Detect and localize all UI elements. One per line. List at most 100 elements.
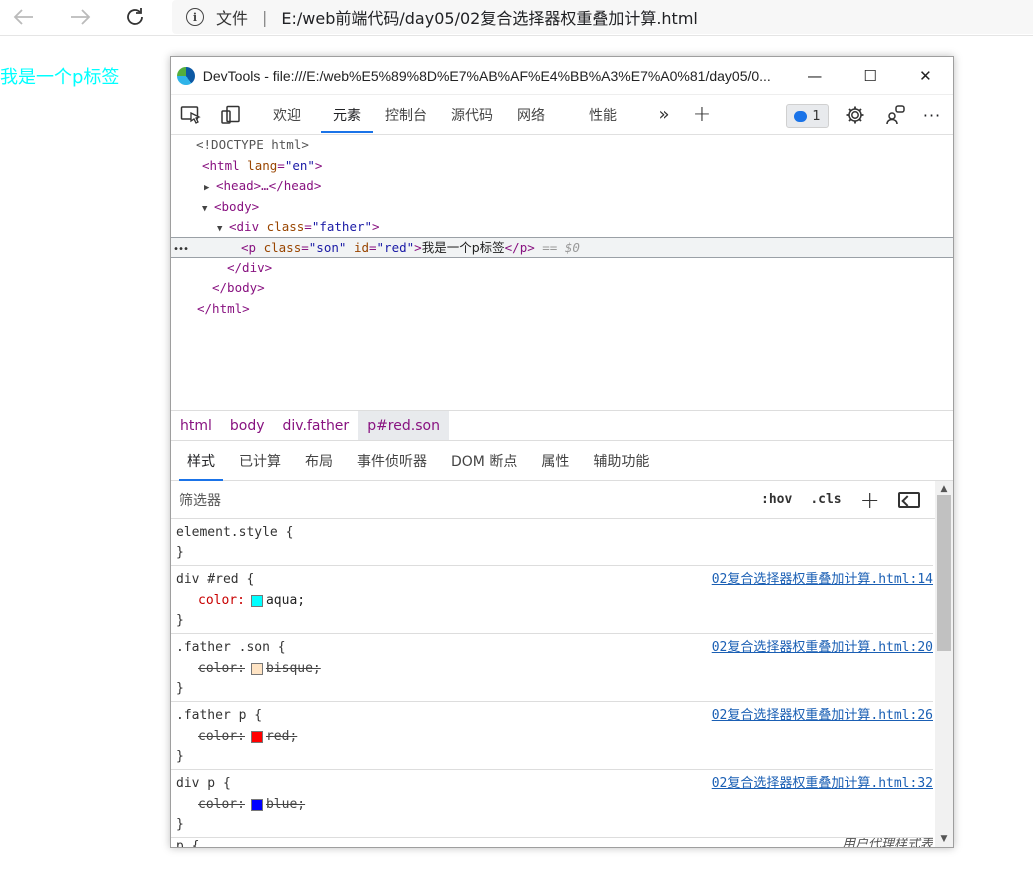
div-close-tag: </div> — [227, 260, 273, 275]
arrow-left-icon — [13, 9, 33, 25]
doctype-text: <!DOCTYPE html> — [196, 137, 309, 152]
subtab-properties[interactable]: 属性 — [529, 441, 581, 481]
collapse-triangle-icon[interactable]: ▼ — [217, 219, 229, 239]
devtools-window: DevTools - file:///E:/web%E5%89%8D%E7%AB… — [170, 56, 954, 848]
scroll-down-icon[interactable]: ▼ — [935, 831, 953, 847]
html-open-tag: <html — [202, 158, 240, 173]
maximize-icon: ☐ — [863, 66, 877, 85]
class-toggle-button[interactable]: .cls — [810, 492, 841, 507]
info-icon[interactable]: i — [186, 8, 204, 26]
dom-node-div-close[interactable]: </div> — [171, 258, 953, 278]
rule-close-brace: } — [176, 545, 184, 560]
devtools-title: DevTools - file:///E:/web%E5%89%8D%E7%AB… — [202, 67, 771, 84]
subtab-layout[interactable]: 布局 — [293, 441, 345, 481]
color-swatch[interactable] — [250, 798, 263, 811]
node-actions-ellipsis[interactable]: ••• — [171, 240, 241, 260]
html-attr-name: lang — [247, 158, 278, 173]
tab-network[interactable]: 网络 — [505, 95, 557, 135]
file-label: 文件 — [216, 9, 249, 28]
style-rules-list: element.style { } div #red { 02复合选择器权重叠加… — [171, 519, 933, 848]
rule-source-link[interactable]: 02复合选择器权重叠加计算.html:20 — [712, 638, 933, 658]
expand-triangle-icon[interactable]: ▶ — [204, 178, 216, 198]
style-declaration-overridden[interactable]: color: blue; — [176, 794, 933, 815]
close-icon: ✕ — [919, 66, 932, 85]
forward-button[interactable] — [66, 4, 94, 30]
tab-console[interactable]: 控制台 — [373, 95, 439, 135]
maximize-button[interactable]: ☐ — [842, 57, 897, 95]
more-tabs-button[interactable]: » — [649, 104, 679, 125]
page-paragraph: 我是一个p标签 — [0, 67, 120, 88]
dom-node-head[interactable]: ▶ <head>…</head> — [171, 176, 953, 196]
refresh-button[interactable] — [121, 4, 149, 30]
style-declaration[interactable]: color: aqua; — [176, 590, 933, 611]
minimize-button[interactable]: — — [787, 57, 842, 95]
property-value: bisque; — [265, 661, 321, 676]
breadcrumb-body[interactable]: body — [221, 411, 274, 440]
rule-selector: p { — [176, 839, 200, 848]
subtab-event-listeners[interactable]: 事件侦听器 — [345, 441, 439, 481]
breadcrumb-div-father[interactable]: div.father — [274, 411, 359, 440]
tab-performance[interactable]: 性能 — [577, 95, 629, 135]
close-button[interactable]: ✕ — [898, 57, 953, 95]
add-tab-button[interactable]: + — [687, 102, 717, 127]
style-rule-father-son[interactable]: .father .son { 02复合选择器权重叠加计算.html:20 col… — [171, 634, 933, 702]
dom-node-body[interactable]: ▼ <body> — [171, 197, 953, 217]
subtab-styles[interactable]: 样式 — [175, 441, 227, 481]
rule-source-link[interactable]: 02复合选择器权重叠加计算.html:14 — [712, 570, 933, 590]
rule-source-link[interactable]: 02复合选择器权重叠加计算.html:32 — [712, 774, 933, 794]
dom-node-p-selected[interactable]: ••• <p class="son" id="red">我是一个p标签</p> =… — [171, 237, 953, 258]
breadcrumb: html body div.father p#red.son — [171, 411, 953, 441]
tab-welcome[interactable]: 欢迎 — [261, 95, 313, 135]
dom-node-doctype[interactable]: <!DOCTYPE html> — [171, 135, 953, 155]
rule-source-link[interactable]: 02复合选择器权重叠加计算.html:26 — [712, 706, 933, 726]
rule-close-brace: } — [176, 681, 184, 696]
devtools-titlebar: DevTools - file:///E:/web%E5%89%8D%E7%AB… — [171, 57, 953, 95]
p-open-tag: <p — [241, 240, 257, 255]
style-rule-div-p[interactable]: div p { 02复合选择器权重叠加计算.html:32 color: blu… — [171, 770, 933, 838]
dom-node-html-close[interactable]: </html> — [171, 299, 953, 319]
dom-tree-panel: <!DOCTYPE html> <html lang="en"> ▶ <head>… — [171, 135, 953, 411]
settings-button[interactable] — [836, 95, 874, 135]
tab-elements[interactable]: 元素 — [321, 95, 373, 135]
subtab-computed[interactable]: 已计算 — [227, 441, 293, 481]
inspect-element-button[interactable] — [171, 95, 211, 135]
styles-filter-input[interactable]: 筛选器 — [175, 484, 743, 515]
body-close-tag: </body> — [212, 280, 265, 295]
more-menu-button[interactable]: ··· — [913, 95, 951, 135]
tab-sources[interactable]: 源代码 — [439, 95, 505, 135]
new-style-rule-button[interactable]: + — [860, 486, 880, 514]
breadcrumb-p-red-son[interactable]: p#red.son — [358, 411, 449, 440]
div-attr-value: "father" — [311, 219, 373, 234]
breadcrumb-html[interactable]: html — [171, 411, 221, 440]
device-toggle-icon — [221, 105, 240, 124]
color-swatch[interactable] — [250, 594, 263, 607]
styles-filter-row: 筛选器 :hov .cls + — [171, 481, 953, 519]
color-swatch[interactable] — [250, 730, 263, 743]
dom-node-body-close[interactable]: </body> — [171, 278, 953, 298]
device-emulation-button[interactable] — [211, 95, 251, 135]
scrollbar-thumb[interactable] — [937, 495, 951, 651]
dom-node-div[interactable]: ▼ <div class="father"> — [171, 217, 953, 237]
address-bar[interactable]: i 文件 | E:/web前端代码/day05/02复合选择器权重叠加计算.ht… — [172, 0, 1033, 34]
hover-state-button[interactable]: :hov — [761, 492, 792, 507]
color-swatch[interactable] — [250, 662, 263, 675]
subtab-accessibility[interactable]: 辅助功能 — [581, 441, 661, 481]
back-button[interactable] — [10, 4, 38, 30]
toggle-sidebar-icon[interactable] — [897, 491, 920, 508]
subtab-dom-breakpoints[interactable]: DOM 断点 — [439, 441, 529, 481]
p-attr-class-name: class — [263, 240, 302, 255]
style-rule-p-user-agent[interactable]: p { 用户代理样式表 — [171, 838, 933, 848]
head-tag: <head>…</head> — [216, 178, 322, 193]
style-declaration-overridden[interactable]: color: bisque; — [176, 658, 933, 679]
property-name: color: — [198, 593, 245, 608]
feedback-button[interactable] — [876, 95, 914, 135]
style-rule-father-p[interactable]: .father p { 02复合选择器权重叠加计算.html:26 color:… — [171, 702, 933, 770]
style-rule-div-red[interactable]: div #red { 02复合选择器权重叠加计算.html:14 color: … — [171, 566, 933, 634]
issues-badge[interactable]: 1 — [786, 104, 829, 128]
style-declaration-overridden[interactable]: color: red; — [176, 726, 933, 747]
collapse-triangle-icon[interactable]: ▼ — [202, 199, 214, 219]
styles-scrollbar[interactable]: ▲ ▼ — [935, 481, 953, 847]
style-rule-element-style[interactable]: element.style { } — [171, 519, 933, 566]
url-text[interactable]: E:/web前端代码/day05/02复合选择器权重叠加计算.html — [281, 5, 697, 29]
dom-node-html[interactable]: <html lang="en"> — [171, 156, 953, 176]
